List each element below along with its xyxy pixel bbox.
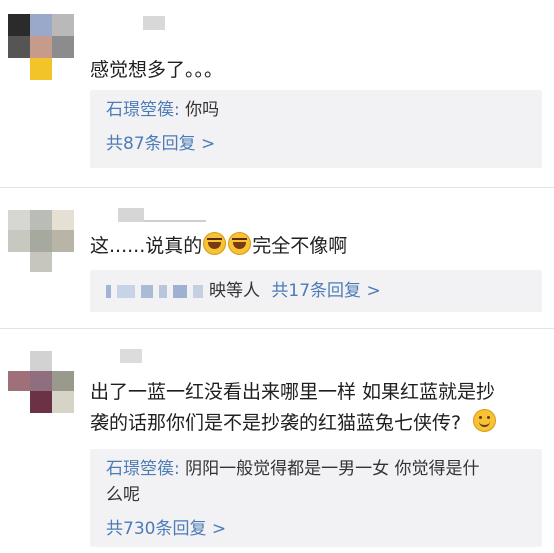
reply-authors-blurred bbox=[106, 279, 209, 303]
reply-preview[interactable]: 映等人 共17条回复 > bbox=[90, 270, 542, 312]
username-blurred[interactable] bbox=[143, 16, 165, 30]
avatar[interactable] bbox=[8, 210, 78, 280]
reply-content-line1: 阴阳一般觉得都是一男一女 你觉得是什 bbox=[185, 459, 480, 479]
comment-text-part2: 完全不像啊 bbox=[252, 235, 348, 257]
reply-author[interactable]: 石璟箜篌: bbox=[106, 459, 180, 479]
reply-authors-suffix: 映等人 bbox=[209, 281, 260, 301]
reply-content-line2: 么呢 bbox=[106, 485, 140, 505]
comment-1: 感觉想多了。。。 石璟箜篌: 你吗 共87条回复 > bbox=[0, 0, 554, 185]
avatar[interactable] bbox=[8, 351, 78, 421]
reply-preview[interactable]: 石璟箜篌: 阴阳一般觉得都是一男一女 你觉得是什 么呢 共730条回复 > bbox=[90, 449, 542, 547]
username-blurred[interactable] bbox=[118, 208, 208, 222]
avatar[interactable] bbox=[8, 14, 78, 84]
comment-text-part1: 这......说真的 bbox=[90, 235, 203, 257]
reply-content: 你吗 bbox=[185, 100, 220, 120]
more-replies-link[interactable]: 共730条回复 > bbox=[106, 517, 226, 541]
more-replies-link[interactable]: 共87条回复 > bbox=[106, 132, 215, 156]
smile-emoji-icon bbox=[473, 409, 497, 432]
comment-text: 感觉想多了。。。 bbox=[90, 59, 224, 81]
reply-author[interactable]: 石璟箜篌: bbox=[106, 100, 180, 120]
comment-text-line2: 袭的话那你们是不是抄袭的红猫蓝兔七侠传? bbox=[90, 409, 497, 436]
comment-3: 出了一蓝一红没看出来哪里一样 如果红蓝就是抄 袭的话那你们是不是抄袭的红猫蓝兔七… bbox=[0, 329, 554, 553]
comment-2: 这......说真的 完全不像啊 映等人 共17条回复 > bbox=[0, 188, 554, 328]
reply-preview[interactable]: 石璟箜篌: 你吗 共87条回复 > bbox=[90, 90, 542, 168]
username-blurred[interactable] bbox=[120, 349, 142, 363]
laughing-crying-emoji-icon bbox=[228, 232, 252, 255]
laughing-crying-emoji-icon bbox=[203, 232, 227, 255]
more-replies-link[interactable]: 共17条回复 > bbox=[271, 281, 380, 301]
comment-text-line1: 出了一蓝一红没看出来哪里一样 如果红蓝就是抄 bbox=[90, 381, 496, 403]
comment-text: 这......说真的 完全不像啊 bbox=[90, 232, 347, 259]
